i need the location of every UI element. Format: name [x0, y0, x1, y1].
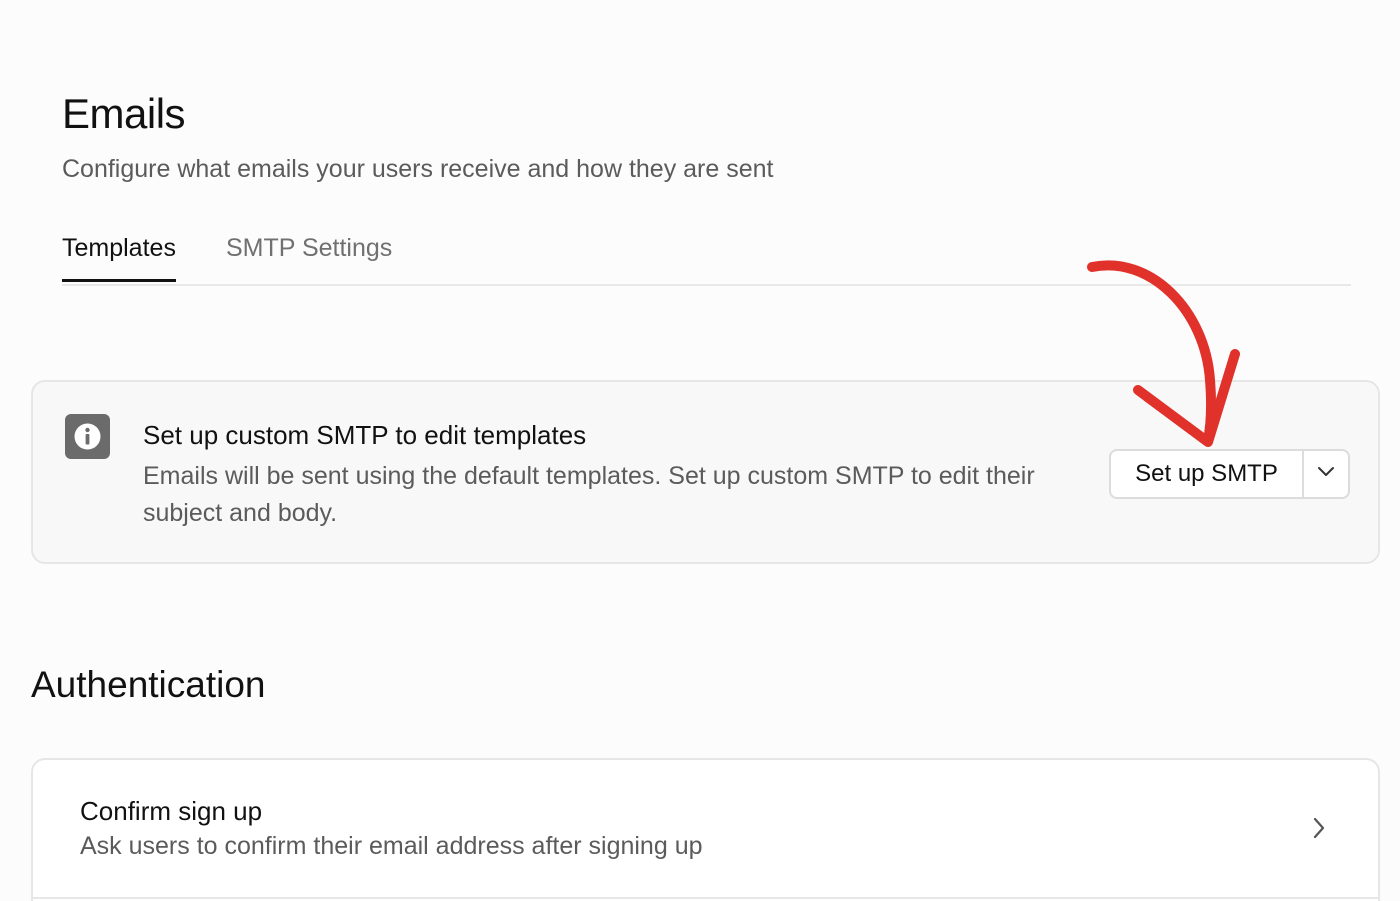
chevron-down-icon: [1317, 465, 1335, 483]
tab-smtp-settings[interactable]: SMTP Settings: [226, 234, 392, 279]
info-icon: [65, 414, 110, 459]
notice-description: Emails will be sent using the default te…: [143, 462, 1035, 527]
setup-smtp-button-group: Set up SMTP: [1109, 449, 1350, 499]
emails-page: Emails Configure what emails your users …: [0, 0, 1400, 901]
tab-bar: Templates SMTP Settings: [62, 222, 1351, 286]
page-title: Emails: [62, 90, 186, 137]
setup-smtp-dropdown-button[interactable]: [1304, 451, 1348, 497]
chevron-right-icon: [1312, 816, 1326, 845]
list-item-description: Ask users to confirm their email address…: [80, 832, 703, 860]
setup-smtp-button[interactable]: Set up SMTP: [1111, 451, 1304, 497]
notice-title: Set up custom SMTP to edit templates: [143, 420, 587, 450]
smtp-notice-card: Set up custom SMTP to edit templates Ema…: [31, 380, 1380, 564]
list-item-confirm-sign-up[interactable]: Confirm sign up Ask users to confirm the…: [33, 760, 1378, 899]
list-item-title: Confirm sign up: [80, 796, 263, 826]
authentication-email-list: Confirm sign up Ask users to confirm the…: [31, 758, 1380, 901]
authentication-section-title: Authentication: [31, 664, 266, 705]
page-subtitle: Configure what emails your users receive…: [62, 155, 774, 183]
tab-templates[interactable]: Templates: [62, 234, 176, 282]
